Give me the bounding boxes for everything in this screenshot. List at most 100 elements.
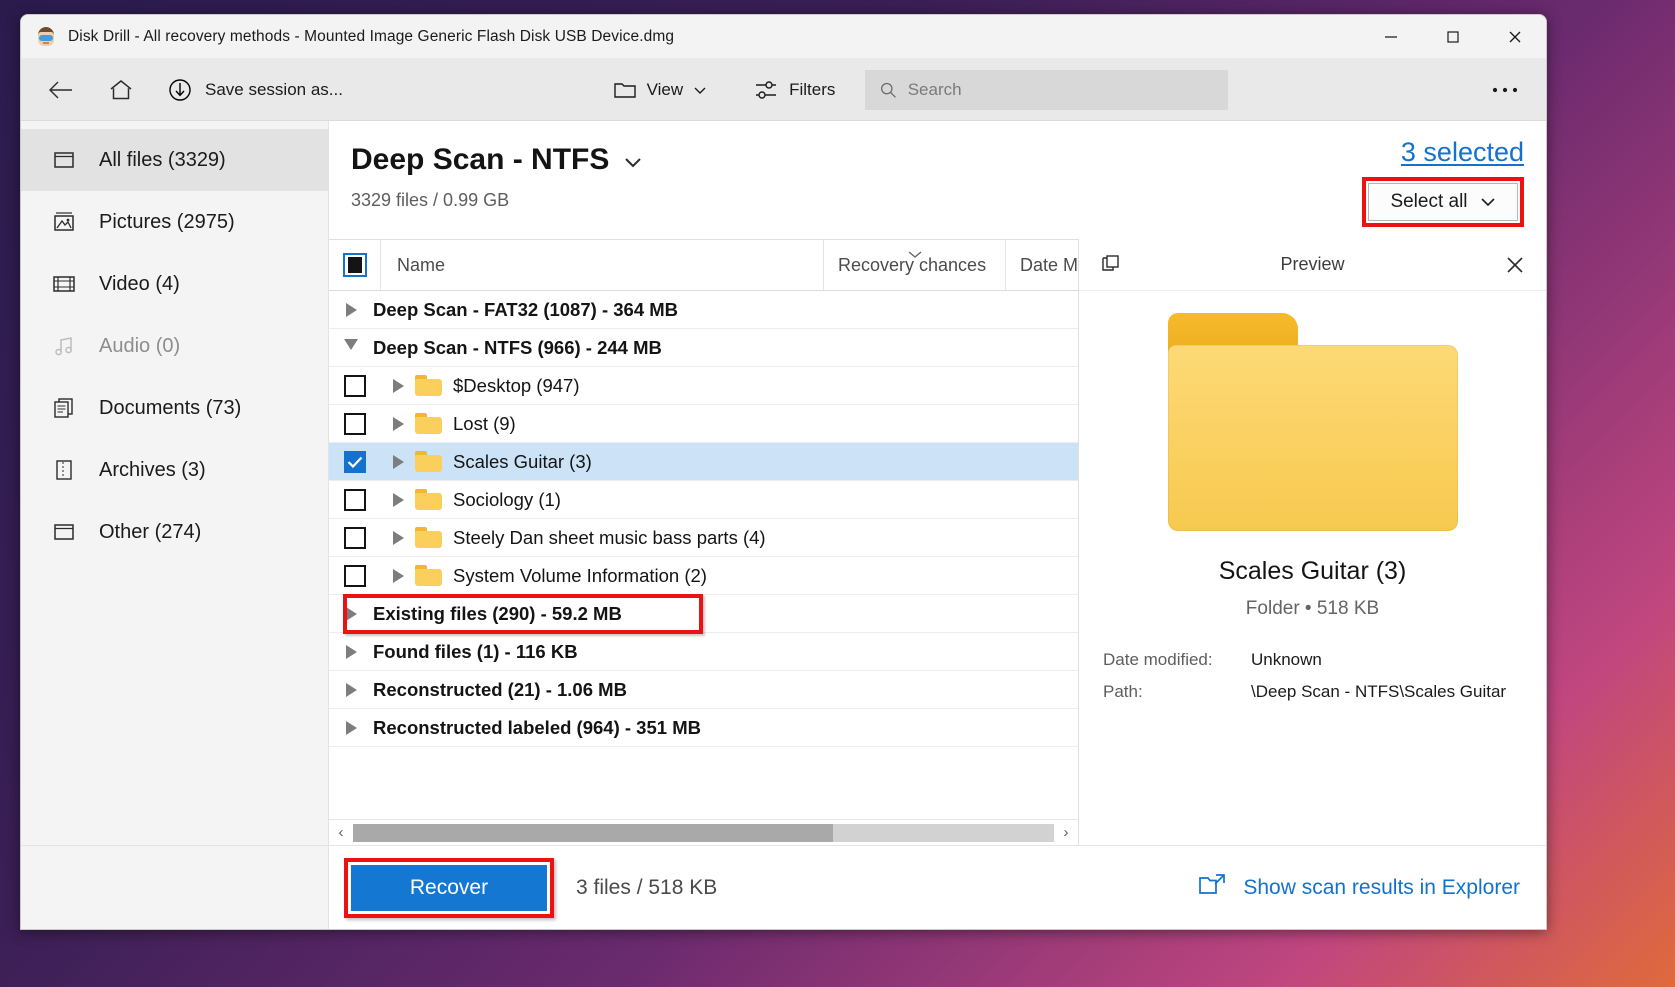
table-row-selected[interactable]: Scales Guitar (3) xyxy=(329,443,1078,481)
recover-button[interactable]: Recover xyxy=(351,865,547,911)
column-header-recovery-chances[interactable]: Recovery chances xyxy=(824,240,1006,290)
table-row[interactable]: Found files (1) - 116 KB xyxy=(329,633,1078,671)
content-area: Name Recovery chances Date M xyxy=(329,239,1546,845)
table-row[interactable]: System Volume Information (2) xyxy=(329,557,1078,595)
expand-toggle[interactable] xyxy=(381,531,415,545)
table-row[interactable]: Reconstructed labeled (964) - 351 MB xyxy=(329,709,1078,747)
sidebar-item-archives[interactable]: Archives (3) xyxy=(21,439,328,501)
disk-drill-app-icon xyxy=(35,26,57,48)
files-summary: 3 files / 518 KB xyxy=(576,876,717,900)
search-box[interactable] xyxy=(865,70,1228,110)
row-label: System Volume Information (2) xyxy=(453,565,707,587)
more-options-button[interactable] xyxy=(1482,70,1528,110)
expand-toggle[interactable] xyxy=(329,645,373,659)
folder-icon xyxy=(415,375,442,396)
documents-icon xyxy=(51,395,77,421)
select-all-checkbox[interactable] xyxy=(343,253,367,277)
duplicate-icon[interactable] xyxy=(1093,248,1127,282)
triangle-right-icon xyxy=(346,645,357,659)
expand-toggle[interactable] xyxy=(381,379,415,393)
close-icon[interactable] xyxy=(1498,248,1532,282)
view-button[interactable]: View xyxy=(603,70,718,110)
row-checkbox-cell[interactable] xyxy=(329,413,381,435)
sidebar-item-audio[interactable]: Audio (0) xyxy=(21,315,328,377)
select-all-button[interactable]: Select all xyxy=(1368,183,1518,221)
ellipsis-icon xyxy=(1491,86,1519,94)
table-rows: Deep Scan - FAT32 (1087) - 364 MB Deep S… xyxy=(329,291,1078,819)
window-title: Disk Drill - All recovery methods - Moun… xyxy=(68,28,674,46)
scrollbar-track[interactable] xyxy=(353,824,1054,842)
scroll-right-arrow-icon[interactable]: › xyxy=(1054,820,1078,846)
row-checkbox-cell[interactable] xyxy=(329,489,381,511)
horizontal-scrollbar[interactable]: ‹ › xyxy=(329,819,1078,845)
table-row[interactable]: Steely Dan sheet music bass parts (4) xyxy=(329,519,1078,557)
triangle-right-icon xyxy=(393,569,404,583)
scroll-left-arrow-icon[interactable]: ‹ xyxy=(329,820,353,846)
sidebar-item-documents[interactable]: Documents (73) xyxy=(21,377,328,439)
table-row[interactable]: Sociology (1) xyxy=(329,481,1078,519)
row-checkbox[interactable] xyxy=(344,489,366,511)
filters-label: Filters xyxy=(789,80,835,100)
chevron-down-icon[interactable] xyxy=(623,143,643,177)
show-in-explorer-link[interactable]: Show scan results in Explorer xyxy=(1197,872,1520,904)
sidebar-item-other[interactable]: Other (274) xyxy=(21,501,328,563)
row-checkbox[interactable] xyxy=(344,413,366,435)
sidebar-item-video[interactable]: Video (4) xyxy=(21,253,328,315)
expand-toggle[interactable] xyxy=(381,569,415,583)
table-row[interactable]: Deep Scan - FAT32 (1087) - 364 MB xyxy=(329,291,1078,329)
preview-property-value: \Deep Scan - NTFS\Scales Guitar xyxy=(1251,682,1506,702)
expand-toggle[interactable] xyxy=(381,455,415,469)
preview-panel: Preview Scales Guitar (3) Folder • 518 K… xyxy=(1078,239,1546,845)
expand-toggle[interactable] xyxy=(329,303,373,317)
folder-icon xyxy=(415,489,442,510)
back-button[interactable] xyxy=(39,70,83,110)
expand-toggle[interactable] xyxy=(381,493,415,507)
row-checkbox-cell[interactable] xyxy=(329,451,381,473)
expand-toggle[interactable] xyxy=(329,721,373,735)
header-select-all-checkbox-cell[interactable] xyxy=(329,240,381,290)
filters-button[interactable]: Filters xyxy=(743,70,845,110)
row-label: Sociology (1) xyxy=(453,489,561,511)
sidebar-item-pictures[interactable]: Pictures (2975) xyxy=(21,191,328,253)
folder-icon xyxy=(415,413,442,434)
collapse-toggle[interactable] xyxy=(329,339,373,357)
scrollbar-thumb[interactable] xyxy=(353,824,833,842)
expand-toggle[interactable] xyxy=(329,683,373,697)
title-bar: Disk Drill - All recovery methods - Moun… xyxy=(21,15,1546,59)
table-row[interactable]: Reconstructed (21) - 1.06 MB xyxy=(329,671,1078,709)
row-checkbox-cell[interactable] xyxy=(329,527,381,549)
row-checkbox[interactable] xyxy=(344,375,366,397)
scan-title[interactable]: Deep Scan - NTFS xyxy=(351,143,643,177)
expand-toggle[interactable] xyxy=(381,417,415,431)
preview-item-meta: Folder • 518 KB xyxy=(1079,598,1546,620)
sidebar-label-audio: Audio (0) xyxy=(99,335,180,358)
close-button[interactable] xyxy=(1484,15,1546,58)
column-header-date-modified[interactable]: Date M xyxy=(1006,240,1078,290)
row-checkbox[interactable] xyxy=(344,565,366,587)
table-row-existing-files[interactable]: Existing files (290) - 59.2 MB xyxy=(329,595,1078,633)
search-input[interactable] xyxy=(908,80,1215,100)
triangle-right-icon xyxy=(393,531,404,545)
expand-toggle[interactable] xyxy=(329,607,373,621)
table-row[interactable]: $Desktop (947) xyxy=(329,367,1078,405)
row-checkbox[interactable] xyxy=(344,527,366,549)
row-label: Reconstructed (21) - 1.06 MB xyxy=(373,679,627,701)
filters-icon xyxy=(753,79,779,101)
row-checkbox-cell[interactable] xyxy=(329,565,381,587)
table-row[interactable]: Lost (9) xyxy=(329,405,1078,443)
scan-title-text: Deep Scan - NTFS xyxy=(351,143,609,177)
triangle-right-icon xyxy=(346,721,357,735)
table-row[interactable]: Deep Scan - NTFS (966) - 244 MB xyxy=(329,329,1078,367)
save-session-button[interactable]: Save session as... xyxy=(161,70,349,110)
minimize-button[interactable] xyxy=(1360,15,1422,58)
sidebar-item-all-files[interactable]: All files (3329) xyxy=(21,129,328,191)
home-button[interactable] xyxy=(99,70,143,110)
row-checkbox-checked[interactable] xyxy=(344,451,366,473)
row-label: Deep Scan - NTFS (966) - 244 MB xyxy=(373,337,662,359)
select-all-label: Select all xyxy=(1390,191,1467,213)
maximize-button[interactable] xyxy=(1422,15,1484,58)
row-checkbox-cell[interactable] xyxy=(329,375,381,397)
sidebar-label-other: Other (274) xyxy=(99,521,201,544)
selected-count-link[interactable]: 3 selected xyxy=(1401,137,1524,168)
column-header-name[interactable]: Name xyxy=(381,240,824,290)
